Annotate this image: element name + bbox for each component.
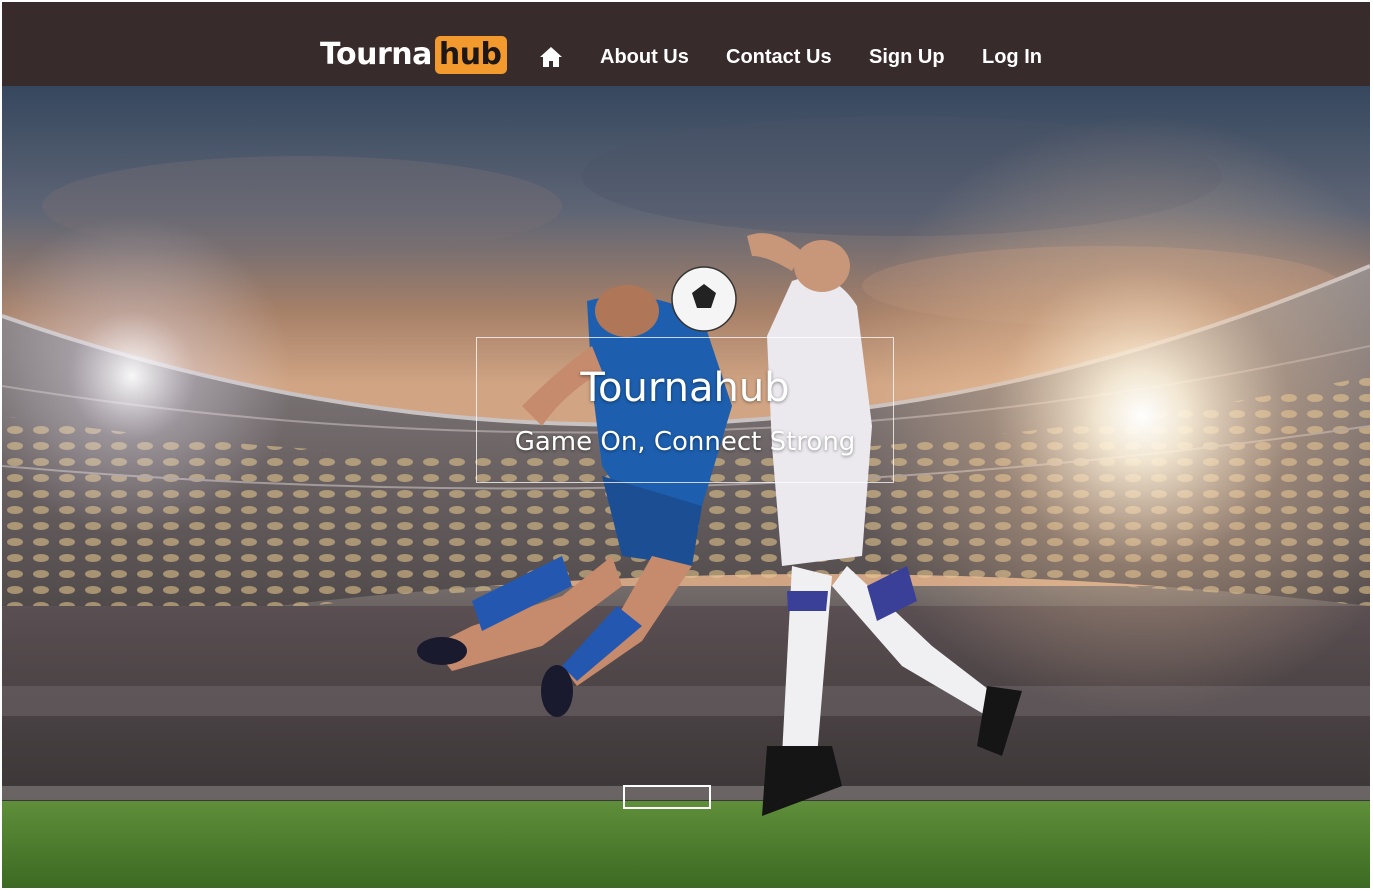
nav-link-contact-us[interactable]: Contact Us — [726, 45, 832, 69]
top-navbar: Tourna hub About Us Contact Us Sign Up L… — [2, 2, 1370, 86]
hero-title: Tournahub — [580, 365, 790, 411]
home-link[interactable] — [539, 46, 563, 68]
hero-section: Tournahub Game On, Connect Strong — [2, 86, 1370, 888]
hero-subtitle: Game On, Connect Strong — [514, 427, 856, 457]
nav-link-sign-up[interactable]: Sign Up — [869, 45, 945, 69]
page-frame: Tourna hub About Us Contact Us Sign Up L… — [2, 2, 1370, 888]
brand-logo[interactable]: Tourna hub — [320, 35, 507, 75]
nav-link-about-us[interactable]: About Us — [600, 45, 689, 69]
home-icon — [540, 47, 562, 67]
nav-link-log-in[interactable]: Log In — [982, 45, 1042, 69]
hero-title-box: Tournahub Game On, Connect Strong — [476, 337, 894, 483]
brand-logo-text: Tourna — [320, 37, 432, 72]
brand-logo-badge: hub — [434, 36, 507, 74]
hero-background-image — [2, 86, 1370, 888]
